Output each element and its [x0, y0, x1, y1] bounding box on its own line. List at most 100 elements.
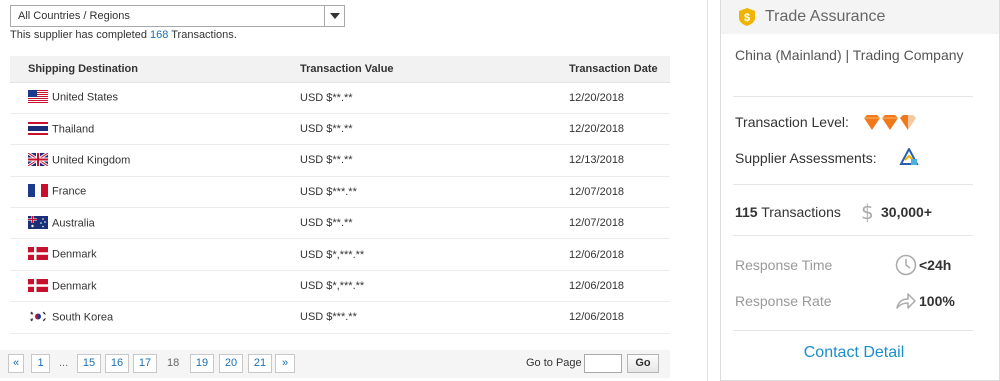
date-cell: 12/06/2018: [569, 270, 670, 303]
destination-cell: Denmark: [10, 270, 300, 303]
table-row: Australia USD $**.** 12/07/2018: [10, 207, 670, 240]
destination-name: United Kingdom: [52, 154, 131, 167]
table-row: Denmark USD $*,***.** 12/06/2018: [10, 270, 670, 303]
destination-name: South Korea: [52, 311, 114, 324]
destination-name: Thailand: [52, 123, 95, 136]
go-button[interactable]: Go: [627, 354, 659, 373]
transactions-count: 115: [735, 204, 758, 220]
country-region-select[interactable]: All Countries / Regions: [10, 5, 345, 27]
divider: [733, 235, 973, 236]
date-cell: 12/06/2018: [569, 238, 670, 271]
table-row: United Kingdom USD $**.** 12/13/2018: [10, 144, 670, 177]
column-header-value: Transaction Value: [300, 56, 569, 83]
th-flag-icon: [28, 121, 48, 135]
diamond-icon: [864, 115, 916, 130]
destination-cell: Denmark: [10, 238, 300, 271]
column-header-destination: Shipping Destination: [10, 56, 300, 83]
date-cell: 12/20/2018: [569, 113, 670, 146]
transactions-amount: 30,000+: [881, 204, 932, 220]
date-cell: 12/06/2018: [569, 301, 670, 334]
pagination-page-button[interactable]: 20: [219, 354, 243, 373]
value-cell: USD $**.**: [300, 207, 569, 240]
pagination-ellipsis: ...: [59, 357, 69, 369]
value-cell: USD $**.**: [300, 144, 569, 177]
response-time-label: Response Time: [735, 257, 833, 273]
pagination-page-button[interactable]: 19: [190, 354, 214, 373]
value-cell: USD $***.**: [300, 301, 569, 334]
goto-page-label: Go to Page: [526, 357, 582, 369]
value-cell: USD $*,***.**: [300, 270, 569, 303]
destination-name: Denmark: [52, 248, 97, 261]
clock-icon: [895, 254, 917, 276]
value-cell: USD $*,***.**: [300, 238, 569, 271]
summary-prefix: This supplier has completed: [10, 29, 151, 41]
transactions-label: Transactions: [757, 204, 841, 220]
transaction-history-panel: All Countries / Regions This supplier ha…: [0, 0, 708, 381]
destination-name: Denmark: [52, 280, 97, 293]
kr-flag-icon: [28, 309, 48, 323]
assessment-badge-icon[interactable]: [899, 148, 919, 166]
table-row: United States USD $**.** 12/20/2018: [10, 82, 670, 114]
dollar-icon: $: [861, 200, 874, 224]
us-flag-icon: [28, 90, 48, 104]
value-cell: USD $***.**: [300, 176, 569, 209]
destination-cell: South Korea: [10, 301, 300, 334]
destination-name: United States: [52, 91, 119, 104]
column-header-date: Transaction Date: [569, 56, 670, 83]
pagination: « 1 ... 15 16 17 18 19 20 21 » Go to Pag…: [0, 350, 670, 378]
transaction-level-label: Transaction Level:: [735, 114, 849, 130]
date-cell: 12/13/2018: [569, 144, 670, 177]
transactions-count-link[interactable]: 168: [150, 29, 168, 41]
dk-flag-icon: [28, 247, 48, 261]
response-time-value: <24h: [919, 257, 952, 273]
table-row: France USD $***.** 12/07/2018: [10, 176, 670, 209]
transactions-table: Shipping Destination Transaction Value T…: [10, 56, 670, 334]
trade-assurance-title: Trade Assurance: [765, 8, 886, 25]
pagination-page-button[interactable]: 16: [105, 354, 129, 373]
pagination-prev-button[interactable]: «: [8, 354, 24, 373]
au-flag-icon: [28, 215, 48, 229]
destination-cell: United Kingdom: [10, 144, 300, 177]
trade-assurance-shield-icon: $: [739, 8, 755, 26]
country-region-select-value: All Countries / Regions: [18, 10, 130, 22]
company-info: China (Mainland) | Trading Company: [735, 47, 964, 63]
table-row: Thailand USD $**.** 12/20/2018: [10, 113, 670, 146]
trade-assurance-card: $ Trade Assurance China (Mainland) | Tra…: [720, 0, 1000, 381]
reply-arrow-icon: [896, 293, 916, 309]
svg-text:$: $: [744, 12, 750, 24]
pagination-next-button[interactable]: »: [275, 354, 295, 373]
date-cell: 12/07/2018: [569, 176, 670, 209]
trade-assurance-header: $ Trade Assurance: [721, 0, 999, 34]
gb-flag-icon: [28, 152, 48, 166]
date-cell: 12/20/2018: [569, 82, 670, 114]
supplier-assessments-label: Supplier Assessments:: [735, 150, 877, 166]
contact-detail-link[interactable]: Contact Detail: [721, 344, 987, 362]
transactions-summary-right: 115 Transactions: [735, 204, 841, 220]
table-header-row: Shipping Destination Transaction Value T…: [10, 56, 670, 83]
divider: [733, 330, 973, 331]
destination-cell: Thailand: [10, 113, 300, 146]
date-cell: 12/07/2018: [569, 207, 670, 240]
chevron-down-icon[interactable]: [324, 6, 344, 26]
goto-page-input[interactable]: [584, 354, 622, 373]
summary-suffix: Transactions.: [168, 29, 237, 41]
fr-flag-icon: [28, 184, 48, 198]
table-row: Denmark USD $*,***.** 12/06/2018: [10, 238, 670, 271]
value-cell: USD $**.**: [300, 82, 569, 114]
destination-name: Australia: [52, 217, 95, 230]
pagination-page-button[interactable]: 17: [133, 354, 157, 373]
dk-flag-icon: [28, 278, 48, 292]
divider: [733, 184, 973, 185]
destination-cell: United States: [10, 82, 300, 114]
value-cell: USD $**.**: [300, 113, 569, 146]
response-rate-label: Response Rate: [735, 293, 832, 309]
divider: [733, 96, 973, 97]
response-rate-value: 100%: [919, 293, 955, 309]
destination-cell: Australia: [10, 207, 300, 240]
pagination-current-page: 18: [167, 357, 180, 369]
pagination-page-button[interactable]: 15: [77, 354, 101, 373]
destination-name: France: [52, 185, 87, 198]
table-row: South Korea USD $***.** 12/06/2018: [10, 301, 670, 334]
pagination-page-button[interactable]: 21: [248, 354, 272, 373]
pagination-page-button[interactable]: 1: [31, 354, 50, 373]
